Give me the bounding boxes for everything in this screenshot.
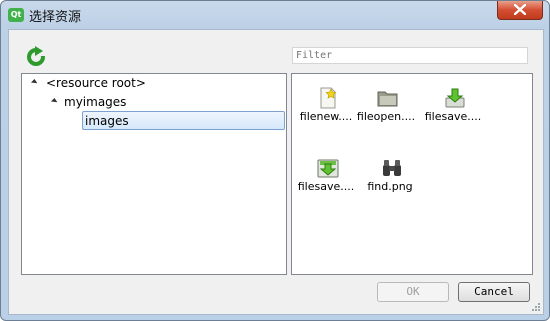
resize-grip-icon[interactable] [531,302,541,312]
resource-label: filenew.... [299,110,353,123]
qt-app-icon: Qt [8,8,24,22]
refresh-button[interactable] [25,45,47,67]
filter-input[interactable] [292,47,528,64]
resource-item[interactable]: filesave.... [421,74,485,138]
resource-label: filesave.... [297,180,355,193]
close-button[interactable] [497,1,543,20]
close-icon [514,4,526,15]
resource-tree[interactable]: <resource root> myimages images [21,73,287,275]
resource-icon-view[interactable]: filenew.... fileopen.... filesave.... fi… [291,73,533,275]
tree-item-label: images [85,114,129,128]
save-green-icon [317,159,339,178]
title-bar[interactable]: Qt 选择资源 [1,1,549,29]
resource-item[interactable]: find.png [358,144,422,208]
resource-item[interactable]: fileopen.... [354,74,418,138]
new-file-star-icon [320,87,337,109]
folder-open-icon [377,91,398,107]
cancel-button[interactable]: Cancel [458,282,530,302]
dialog-window: Qt 选择资源 <resource root> myimages [0,0,550,321]
tree-item-resource-root[interactable]: <resource root> [46,74,146,92]
tree-item-images[interactable]: images [85,112,129,130]
expand-arrow-icon[interactable] [50,97,59,106]
tree-item-label: myimages [64,95,127,109]
refresh-icon [27,46,46,66]
tree-item-myimages[interactable]: myimages [64,93,126,111]
resource-item[interactable]: filenew.... [294,74,358,138]
window-title: 选择资源 [29,10,82,25]
binoculars-icon [383,160,401,176]
ok-button[interactable]: OK [377,282,449,302]
dialog-body: <resource root> myimages images filenew.… [8,29,544,315]
tree-item-label: <resource root> [46,76,146,90]
save-download-icon [445,88,465,108]
resource-item[interactable]: filesave.... [294,144,358,208]
resource-label: fileopen.... [356,110,416,123]
resource-label: find.png [367,180,413,193]
expand-arrow-icon[interactable] [30,78,39,87]
resource-label: filesave.... [424,110,482,123]
